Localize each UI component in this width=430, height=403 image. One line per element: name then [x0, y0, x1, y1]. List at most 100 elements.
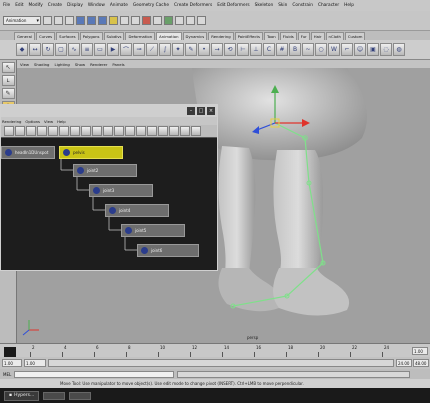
panel-menu-renderer[interactable]: Renderer	[90, 62, 107, 67]
pin-icon[interactable]	[158, 126, 168, 136]
hypergraph-node-joint2[interactable]: joint2	[73, 164, 137, 177]
tab-hair[interactable]: Hair	[310, 32, 325, 40]
aim-constraint-icon[interactable]: →	[211, 43, 223, 56]
playblast-icon[interactable]: ▶	[107, 43, 119, 56]
tab-deformation[interactable]: Deformation	[125, 32, 156, 40]
maximize-icon[interactable]: □	[197, 107, 205, 115]
ipr-render-icon[interactable]	[164, 16, 173, 25]
menu-display[interactable]: Display	[67, 3, 83, 8]
select-component-icon[interactable]	[98, 16, 107, 25]
blend-shape-icon[interactable]: B	[289, 43, 301, 56]
hypergraph-node-joint3[interactable]: joint3	[89, 184, 153, 197]
wrap-icon[interactable]: W	[328, 43, 340, 56]
menu-character[interactable]: Character	[318, 3, 339, 8]
scene-hierarchy-icon[interactable]	[70, 126, 80, 136]
hypergraph-menu-options[interactable]: Options	[25, 119, 40, 124]
select-tool-icon[interactable]: ↖	[1, 62, 15, 73]
next-view-icon[interactable]	[48, 126, 58, 136]
tab-rendering[interactable]: Rendering	[208, 32, 234, 40]
menu-file[interactable]: File	[3, 3, 10, 8]
tab-fur[interactable]: Fur	[297, 32, 310, 40]
filter-icon[interactable]	[180, 126, 190, 136]
tab-painteffects[interactable]: PaintEffects	[234, 32, 263, 40]
input-connections-icon[interactable]	[92, 126, 102, 136]
lattice-icon[interactable]: #	[276, 43, 288, 56]
menu-constrain[interactable]: Constrain	[292, 3, 313, 8]
ghost-icon[interactable]: ◌	[380, 43, 392, 56]
panel-menu-lighting[interactable]: Lighting	[54, 62, 69, 67]
frame-selection-icon[interactable]	[15, 126, 25, 136]
menu-animate[interactable]: Animate	[110, 3, 128, 8]
node-icon[interactable]	[191, 126, 201, 136]
set-key-translate-icon[interactable]: ↔	[29, 43, 41, 56]
select-hierarchy-icon[interactable]	[76, 16, 85, 25]
tab-subdivs[interactable]: Subdivs	[103, 32, 125, 40]
set-key-rotate-icon[interactable]: ↻	[42, 43, 54, 56]
bookmark-icon[interactable]	[59, 126, 69, 136]
attribute-editor-icon[interactable]	[186, 16, 195, 25]
sculpt-icon[interactable]: ○	[315, 43, 327, 56]
menu-skin[interactable]: Skin	[278, 3, 287, 8]
taskbar-minimized-window[interactable]	[43, 391, 66, 400]
taskbar-minimized-window[interactable]	[69, 391, 92, 400]
joint-tool-icon[interactable]: ⊸	[133, 43, 145, 56]
tab-custom[interactable]: Custom	[344, 32, 366, 40]
panel-menu-show[interactable]: Show	[75, 62, 85, 67]
clear-graph-icon[interactable]	[114, 126, 124, 136]
open-scene-icon[interactable]	[54, 16, 63, 25]
set-key-scale-icon[interactable]: ▢	[55, 43, 67, 56]
unghost-icon[interactable]: ◍	[393, 43, 405, 56]
history-icon[interactable]	[142, 16, 151, 25]
hypergraph-node-headin1dunspot[interactable]: headIn1DUnspot	[1, 146, 55, 159]
hypergraph-node-joint4[interactable]: joint4	[105, 204, 169, 217]
tab-fluids[interactable]: Fluids	[279, 32, 297, 40]
tab-general[interactable]: General	[14, 32, 35, 40]
time-slider[interactable]: 2 4 6 8 10 12 14 16 18 20 22 24 1.00	[0, 343, 430, 358]
create-container-icon[interactable]	[125, 126, 135, 136]
hypergraph-titlebar[interactable]: – □ ×	[1, 105, 217, 117]
menu-modify[interactable]: Modify	[29, 3, 43, 8]
menu-geometry-cache[interactable]: Geometry Cache	[133, 3, 169, 8]
menu-skeleton[interactable]: Skeleton	[255, 3, 274, 8]
taskbar-hypergraph-button[interactable]: ▪ Hypers...	[4, 390, 40, 401]
sort-icon[interactable]	[169, 126, 179, 136]
bind-skin-icon[interactable]: ✦	[172, 43, 184, 56]
frame-all-icon[interactable]	[4, 126, 14, 136]
current-frame-field[interactable]: 1.00	[412, 347, 428, 355]
hypergraph-node-joint5[interactable]: joint5	[121, 224, 185, 237]
ik-handle-icon[interactable]: ⟋	[146, 43, 158, 56]
range-end-field[interactable]: 24.00	[396, 359, 412, 367]
panel-menu-view[interactable]: View	[20, 62, 29, 67]
close-icon[interactable]: ×	[207, 107, 215, 115]
command-input[interactable]	[14, 370, 175, 378]
range-slider-bar[interactable]	[48, 359, 394, 367]
swatch-icon[interactable]	[136, 126, 146, 136]
output-connections-icon[interactable]	[103, 126, 113, 136]
point-constraint-icon[interactable]: •	[198, 43, 210, 56]
hypergraph-menu-help[interactable]: Help	[57, 119, 66, 124]
current-time-marker[interactable]	[4, 347, 16, 357]
paint-select-icon[interactable]: ✎	[1, 88, 15, 99]
render-icon[interactable]	[153, 16, 162, 25]
pole-vector-icon[interactable]: ⊥	[250, 43, 262, 56]
tab-surfaces[interactable]: Surfaces	[56, 32, 79, 40]
menu-create[interactable]: Create	[48, 3, 62, 8]
trax-editor-icon[interactable]: ▭	[94, 43, 106, 56]
panel-menu-panels[interactable]: Panels	[112, 62, 124, 67]
tab-dynamics[interactable]: Dynamics	[182, 32, 208, 40]
input-output-connections-icon[interactable]	[81, 126, 91, 136]
hypergraph-node-pelvis[interactable]: pelvis	[59, 146, 123, 159]
panel-menu-shading[interactable]: Shading	[34, 62, 49, 67]
tab-toon[interactable]: Toon	[263, 32, 279, 40]
frame-hierarchy-icon[interactable]	[26, 126, 36, 136]
set-key-icon[interactable]: ◆	[16, 43, 28, 56]
hypergraph-node-joint6[interactable]: joint6	[137, 244, 199, 257]
dope-sheet-icon[interactable]: ≡	[81, 43, 93, 56]
range-outer-end-field[interactable]: 48.00	[413, 359, 429, 367]
snap-grid-icon[interactable]	[109, 16, 118, 25]
parent-constraint-icon[interactable]: ⊢	[237, 43, 249, 56]
hypergraph-canvas[interactable]: headIn1DUnspot pelvis joint2 joint3 join…	[1, 138, 217, 270]
menu-help[interactable]: Help	[344, 3, 354, 8]
hypergraph-menu-view[interactable]: View	[44, 119, 53, 124]
minimize-icon[interactable]: –	[187, 107, 195, 115]
